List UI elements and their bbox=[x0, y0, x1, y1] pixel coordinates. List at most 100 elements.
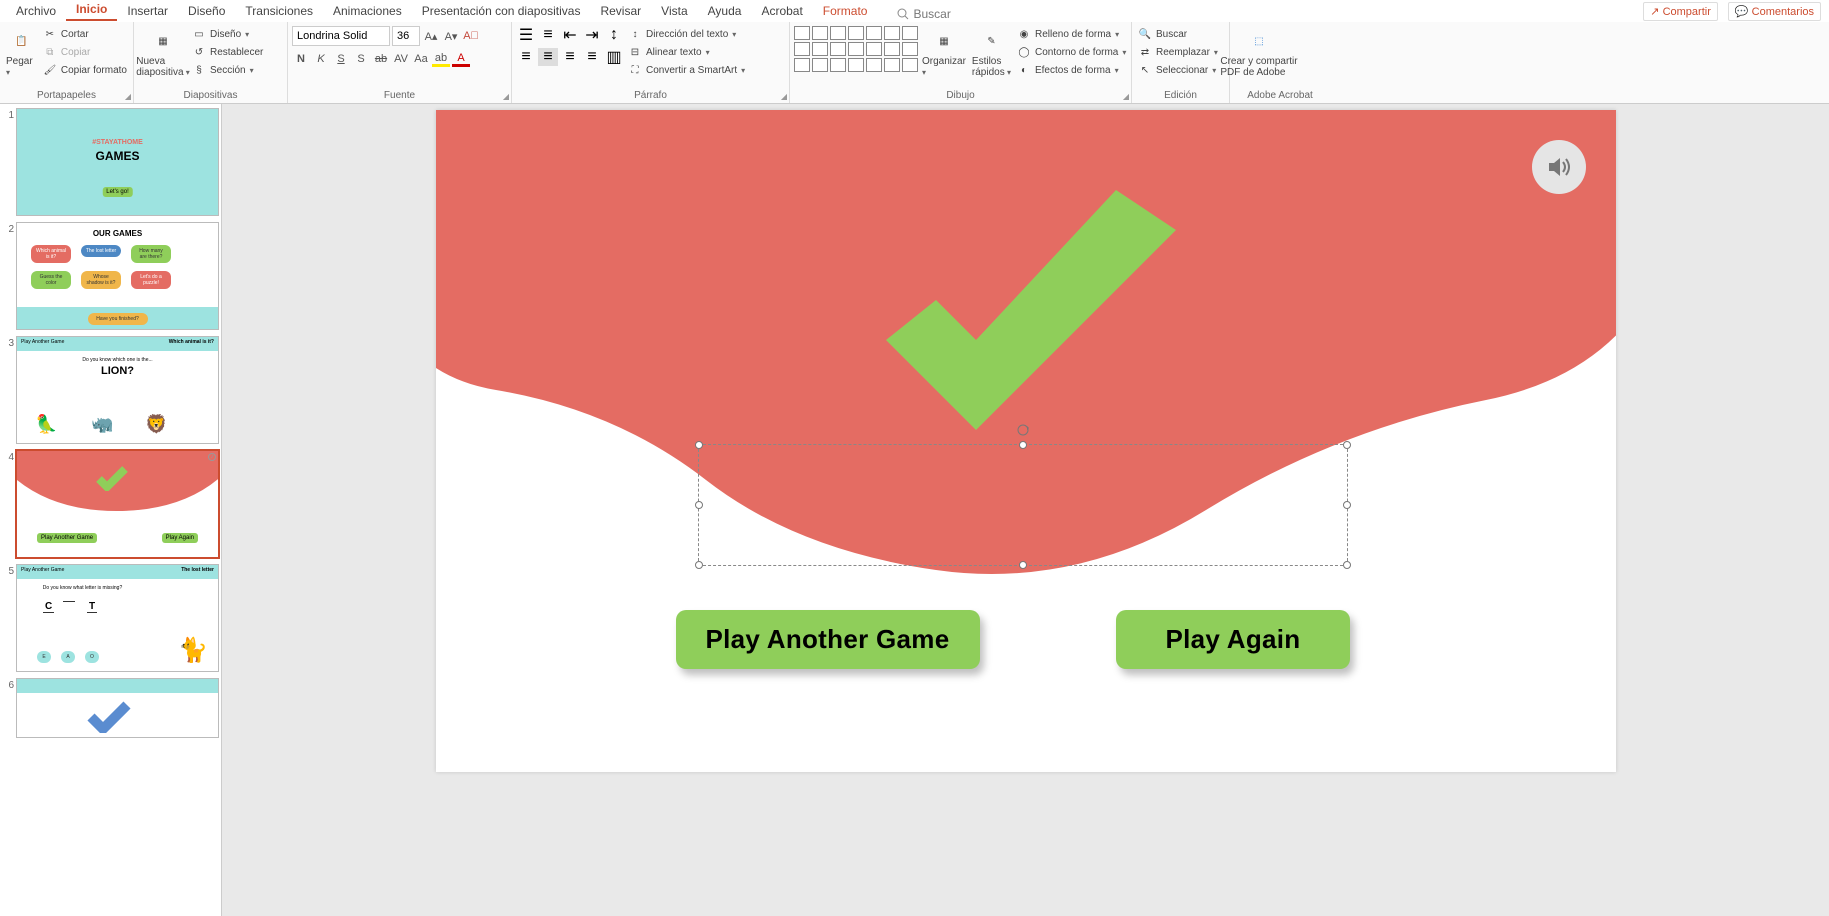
group-label: Portapapeles bbox=[4, 90, 129, 103]
tab-formato[interactable]: Formato bbox=[813, 2, 878, 21]
tab-presentacion[interactable]: Presentación con diapositivas bbox=[412, 2, 591, 21]
search-box[interactable]: Buscar bbox=[877, 7, 950, 21]
shapes-gallery[interactable] bbox=[794, 26, 918, 72]
find-button[interactable]: 🔍Buscar bbox=[1136, 26, 1220, 42]
selection-box[interactable] bbox=[698, 444, 1348, 566]
tab-archivo[interactable]: Archivo bbox=[6, 2, 66, 21]
resize-handle[interactable] bbox=[695, 441, 703, 449]
cut-button[interactable]: ✂Cortar bbox=[41, 26, 129, 42]
tab-inicio[interactable]: Inicio bbox=[66, 0, 117, 21]
font-name-input[interactable] bbox=[293, 27, 389, 45]
dialog-launcher-icon[interactable]: ◢ bbox=[1123, 92, 1129, 101]
format-painter-button[interactable]: 🖌Copiar formato bbox=[41, 62, 129, 78]
play-another-game-button[interactable]: Play Another Game bbox=[676, 610, 980, 669]
comments-button[interactable]: 💬 Comentarios bbox=[1728, 2, 1821, 21]
slide-canvas[interactable]: Play Another Game Play Again bbox=[222, 104, 1829, 916]
font-size-input[interactable] bbox=[393, 27, 419, 45]
group-label: Edición bbox=[1136, 90, 1225, 103]
speaker-icon bbox=[1546, 154, 1572, 180]
outline-icon: ◯ bbox=[1017, 45, 1031, 59]
create-pdf-button[interactable]: ⬚Crear y compartir PDF de Adobe bbox=[1234, 26, 1284, 80]
slide-thumbnail-5[interactable]: Play Another Game The lost letter Do you… bbox=[16, 564, 219, 672]
smartart-icon: ⛶ bbox=[628, 63, 642, 77]
resize-handle[interactable] bbox=[1343, 561, 1351, 569]
shape-effects-button[interactable]: ◐Efectos de forma bbox=[1015, 62, 1128, 78]
text-direction-button[interactable]: ↕Dirección del texto bbox=[626, 26, 747, 42]
tab-insertar[interactable]: Insertar bbox=[117, 2, 178, 21]
font-name-combo[interactable] bbox=[292, 26, 390, 46]
shape-fill-button[interactable]: ◉Relleno de forma bbox=[1015, 26, 1128, 42]
group-label: Dibujo bbox=[794, 90, 1127, 103]
slide-thumbnail-3[interactable]: Play Another Game Which animal is it? Do… bbox=[16, 336, 219, 444]
scissors-icon: ✂ bbox=[43, 27, 57, 41]
slide-thumbnail-4[interactable]: Play Another Game Play Again ♪ bbox=[16, 450, 219, 558]
copy-button[interactable]: ⧉Copiar bbox=[41, 44, 129, 60]
indent-dec-button[interactable]: ⇤ bbox=[560, 26, 580, 44]
bold-button[interactable]: N bbox=[292, 50, 310, 68]
char-spacing-button[interactable]: AV bbox=[392, 50, 410, 68]
styles-icon: ✎ bbox=[976, 28, 1006, 54]
tab-acrobat[interactable]: Acrobat bbox=[751, 2, 812, 21]
resize-handle[interactable] bbox=[1343, 441, 1351, 449]
grow-font-button[interactable]: A▴ bbox=[422, 27, 440, 45]
resize-handle[interactable] bbox=[695, 561, 703, 569]
tab-revisar[interactable]: Revisar bbox=[590, 2, 651, 21]
tab-animaciones[interactable]: Animaciones bbox=[323, 2, 412, 21]
menu-bar: Archivo Inicio Insertar Diseño Transicio… bbox=[0, 0, 1829, 22]
underline-button[interactable]: S bbox=[332, 50, 350, 68]
justify-button[interactable]: ≡ bbox=[582, 48, 602, 66]
play-again-button[interactable]: Play Again bbox=[1116, 610, 1351, 669]
section-button[interactable]: §Sección bbox=[190, 62, 265, 78]
select-button[interactable]: ↖Seleccionar bbox=[1136, 62, 1220, 78]
tab-transiciones[interactable]: Transiciones bbox=[235, 2, 323, 21]
font-color-button[interactable]: A bbox=[452, 51, 470, 67]
align-center-button[interactable]: ≡ bbox=[538, 48, 558, 66]
highlight-button[interactable]: ab bbox=[432, 51, 450, 67]
change-case-button[interactable]: Aa bbox=[412, 50, 430, 68]
rotate-handle-icon[interactable] bbox=[1016, 423, 1030, 437]
shape-outline-button[interactable]: ◯Contorno de forma bbox=[1015, 44, 1128, 60]
cursor-icon: ↖ bbox=[1138, 63, 1152, 77]
strike-button[interactable]: ab bbox=[372, 50, 390, 68]
columns-button[interactable]: ▥ bbox=[604, 48, 624, 66]
paste-button[interactable]: 📋 Pegar bbox=[4, 26, 39, 80]
arrange-button[interactable]: ▦Organizar bbox=[920, 26, 968, 80]
align-right-button[interactable]: ≡ bbox=[560, 48, 580, 66]
audio-button[interactable] bbox=[1532, 140, 1586, 194]
slide-thumbnail-1[interactable]: #STAYATHOME GAMES Let's go! bbox=[16, 108, 219, 216]
dialog-launcher-icon[interactable]: ◢ bbox=[781, 92, 787, 101]
bullets-button[interactable]: ☰ bbox=[516, 26, 536, 44]
shrink-font-button[interactable]: A▾ bbox=[442, 27, 460, 45]
new-slide-button[interactable]: ▦ Nueva diapositiva bbox=[138, 26, 188, 80]
resize-handle[interactable] bbox=[1343, 501, 1351, 509]
quick-styles-button[interactable]: ✎Estilos rápidos bbox=[970, 26, 1013, 80]
dialog-launcher-icon[interactable]: ◢ bbox=[503, 92, 509, 101]
slide-thumbnail-2[interactable]: OUR GAMES Which animal is it? The lost l… bbox=[16, 222, 219, 330]
align-text-button[interactable]: ⊟Alinear texto bbox=[626, 44, 747, 60]
numbering-button[interactable]: ≡ bbox=[538, 26, 558, 44]
italic-button[interactable]: K bbox=[312, 50, 330, 68]
tab-diseno[interactable]: Diseño bbox=[178, 2, 235, 21]
paste-icon: 📋 bbox=[6, 28, 36, 54]
replace-button[interactable]: ⇄Reemplazar bbox=[1136, 44, 1220, 60]
tab-ayuda[interactable]: Ayuda bbox=[698, 2, 752, 21]
clear-format-button[interactable]: A⃠ bbox=[462, 27, 480, 45]
slide-thumbnail-6[interactable] bbox=[16, 678, 219, 738]
resize-handle[interactable] bbox=[1019, 441, 1027, 449]
resize-handle[interactable] bbox=[695, 501, 703, 509]
dialog-launcher-icon[interactable]: ◢ bbox=[125, 92, 131, 101]
align-left-button[interactable]: ≡ bbox=[516, 48, 536, 66]
reset-button[interactable]: ↺Restablecer bbox=[190, 44, 265, 60]
shadow-button[interactable]: S bbox=[352, 50, 370, 68]
tab-vista[interactable]: Vista bbox=[651, 2, 697, 21]
smartart-button[interactable]: ⛶Convertir a SmartArt bbox=[626, 62, 747, 78]
slide-panel[interactable]: 1 #STAYATHOME GAMES Let's go! 2 OUR GAME… bbox=[0, 104, 222, 916]
resize-handle[interactable] bbox=[1019, 561, 1027, 569]
layout-button[interactable]: ▭Diseño bbox=[190, 26, 265, 42]
font-size-combo[interactable] bbox=[392, 26, 420, 46]
share-button[interactable]: ↗ Compartir bbox=[1643, 2, 1718, 21]
line-spacing-button[interactable]: ↕ bbox=[604, 26, 624, 44]
current-slide[interactable]: Play Another Game Play Again bbox=[436, 110, 1616, 772]
indent-inc-button[interactable]: ⇥ bbox=[582, 26, 602, 44]
text-direction-icon: ↕ bbox=[628, 27, 642, 41]
